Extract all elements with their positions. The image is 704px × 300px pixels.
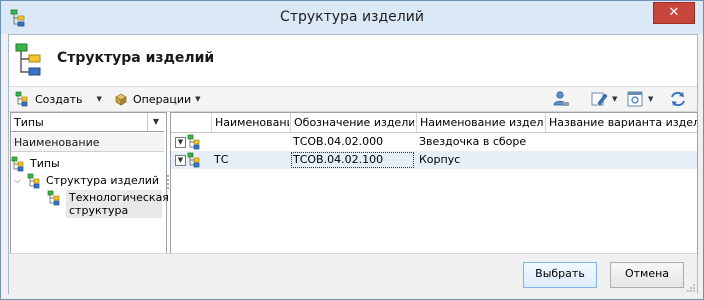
cell-designation: ТСОВ.04.02.000 (293, 135, 384, 148)
create-label: Создать (35, 92, 83, 106)
cell-name: ТС (214, 153, 229, 166)
operations-icon (115, 93, 127, 106)
create-button[interactable]: Создать ▼ (15, 89, 102, 109)
types-combo-value: Типы (14, 116, 44, 129)
table-row[interactable]: ▼ ТСОВ.04.02.000 Звездочка в сборе (171, 133, 697, 151)
toolbar: Создать ▼ Операции ▼ ▼ ▼ (9, 86, 697, 112)
product-grid: Наименование Обозначение изделия Наимено… (170, 112, 698, 254)
tree-node-product-structure[interactable]: ⌵ Структура изделий (14, 172, 159, 189)
cell-name (211, 133, 288, 151)
select-button[interactable]: Выбрать (523, 262, 597, 288)
cancel-button[interactable]: Отмена (610, 262, 684, 288)
structure-icon (11, 156, 24, 171)
chevron-down-icon[interactable]: ⌵ (14, 176, 24, 186)
cell-product-name: Корпус (419, 153, 461, 166)
edit-icon[interactable] (590, 90, 608, 108)
grid-header: Наименование Обозначение изделия Наимено… (171, 113, 697, 133)
expand-icon[interactable]: ▼ (175, 155, 186, 166)
content-area: Структура изделий Создать ▼ Операции ▼ ▼… (8, 34, 698, 294)
dialog-footer: Выбрать Отмена (9, 253, 697, 294)
cell-product-name: Звездочка в сборе (419, 135, 527, 148)
chevron-down-icon[interactable]: ▼ (147, 113, 164, 131)
view-icon[interactable] (626, 90, 644, 108)
tree-column-header-label: Наименование (14, 136, 100, 149)
tree-node-label: Технологическая структура (66, 190, 169, 218)
tree-column-header[interactable]: Наименование (11, 133, 164, 152)
operations-button[interactable]: Операции ▼ (113, 89, 201, 109)
grid-header-designation[interactable]: Обозначение изделия (290, 113, 414, 132)
tree-node-label: Типы (30, 157, 60, 170)
structure-icon (27, 173, 40, 188)
operations-label: Операции (133, 92, 192, 106)
resize-grip-icon[interactable] (687, 284, 695, 292)
chevron-down-icon[interactable]: ▼ (648, 95, 653, 103)
window-title: Структура изделий (280, 9, 424, 25)
cell-variant (545, 151, 697, 169)
chevron-down-icon: ▼ (195, 95, 201, 103)
structure-icon (187, 152, 200, 168)
expand-icon[interactable]: ▼ (175, 137, 186, 148)
title-bar[interactable]: Структура изделий ✕ (1, 1, 703, 34)
page-title: Структура изделий (57, 50, 215, 66)
structure-icon (187, 134, 200, 150)
grid-header-icon-col (171, 113, 210, 132)
grid-header-product-name[interactable]: Наименование изделия (416, 113, 544, 132)
cell-designation[interactable]: ТСОВ.04.02.100 (290, 151, 415, 169)
user-search-icon[interactable] (552, 90, 570, 108)
grid-header-name[interactable]: Наименование (211, 113, 289, 132)
structure-icon (15, 43, 41, 76)
close-button[interactable]: ✕ (653, 2, 695, 24)
tree-node-tech-structure[interactable]: Технологическая структура (47, 190, 169, 222)
page-header: Структура изделий (9, 35, 697, 85)
cell-variant (545, 133, 697, 151)
table-row[interactable]: ▼ ТС ТСОВ.04.02.100 Корпус (171, 151, 697, 169)
structure-icon (47, 190, 60, 206)
types-combo[interactable]: Типы ▼ (11, 113, 164, 132)
tree-node-types[interactable]: Типы (11, 155, 60, 172)
refresh-icon[interactable] (669, 90, 687, 108)
create-icon (15, 91, 28, 107)
grid-header-variant[interactable]: Название варианта изделия (545, 113, 697, 132)
chevron-down-icon[interactable]: ▼ (612, 95, 617, 103)
dialog-window: Структура изделий ✕ Структура изделий Со (0, 0, 704, 300)
tree-node-label: Структура изделий (46, 174, 160, 187)
types-panel: Типы ▼ Наименование Типы ⌵ Структура изд… (10, 112, 169, 254)
chevron-down-icon: ▼ (96, 95, 102, 103)
